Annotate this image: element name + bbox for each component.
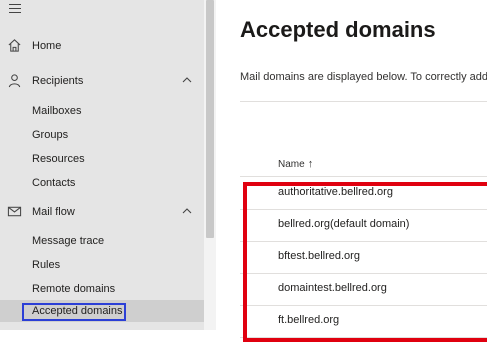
sidebar-item-mailboxes[interactable]: Mailboxes: [0, 100, 204, 122]
divider: [240, 101, 487, 102]
hamburger-menu-icon[interactable]: [9, 4, 21, 13]
sidebar-item-mail-flow[interactable]: Mail flow: [0, 200, 204, 224]
sidebar: Home Recipients Mailboxes Groups Resourc…: [0, 0, 204, 330]
sidebar-item-groups[interactable]: Groups: [0, 124, 204, 146]
sidebar-scrollbar[interactable]: [204, 0, 216, 330]
chevron-up-icon[interactable]: [182, 207, 192, 215]
sidebar-item-message-trace[interactable]: Message trace: [0, 230, 204, 252]
sidebar-item-label: Rules: [32, 259, 61, 271]
table-row[interactable]: authoritative.bellred.org: [240, 177, 487, 210]
table-row[interactable]: bellred.org(default domain): [240, 209, 487, 242]
sidebar-item-label: Mail flow: [32, 206, 75, 218]
sidebar-item-contacts[interactable]: Contacts: [0, 172, 204, 194]
domain-name-cell: bftest.bellred.org: [278, 250, 360, 262]
active-item-outline: [22, 303, 126, 321]
sidebar-item-label: Home: [32, 40, 62, 52]
mail-icon: [7, 206, 22, 217]
column-header-label: Name: [278, 159, 305, 170]
page-description: Mail domains are displayed below. To cor…: [240, 71, 487, 83]
sidebar-item-label: Mailboxes: [32, 105, 82, 117]
domain-name-cell: authoritative.bellred.org: [278, 186, 393, 198]
sidebar-item-rules[interactable]: Rules: [0, 254, 204, 276]
main-content: Accepted domains Mail domains are displa…: [216, 0, 487, 338]
column-header-name[interactable]: Name ↑: [278, 158, 313, 170]
sidebar-item-label: Contacts: [32, 177, 76, 189]
sidebar-item-resources[interactable]: Resources: [0, 148, 204, 170]
sidebar-item-label: Remote domains: [32, 283, 116, 295]
page-title: Accepted domains: [240, 17, 436, 42]
sidebar-item-remote-domains[interactable]: Remote domains: [0, 278, 204, 300]
scrollbar-thumb[interactable]: [206, 0, 214, 238]
home-icon: [8, 39, 21, 52]
sidebar-item-label: Recipients: [32, 75, 84, 87]
table-row[interactable]: domaintest.bellred.org: [240, 273, 487, 306]
sidebar-item-recipients[interactable]: Recipients: [0, 69, 204, 93]
sidebar-item-label: Groups: [32, 129, 69, 141]
table-row[interactable]: bftest.bellred.org: [240, 241, 487, 274]
person-icon: [8, 74, 21, 88]
chevron-up-icon[interactable]: [182, 76, 192, 84]
domain-name-cell: domaintest.bellred.org: [278, 282, 387, 294]
domain-name-cell: bellred.org(default domain): [278, 218, 410, 230]
sidebar-item-home[interactable]: Home: [0, 34, 204, 58]
sort-ascending-icon: ↑: [307, 158, 314, 170]
sidebar-item-label: Message trace: [32, 235, 105, 247]
domain-name-cell: ft.bellred.org: [278, 314, 340, 326]
table-row[interactable]: ft.bellred.org: [240, 305, 487, 338]
sidebar-item-label: Resources: [32, 153, 85, 165]
